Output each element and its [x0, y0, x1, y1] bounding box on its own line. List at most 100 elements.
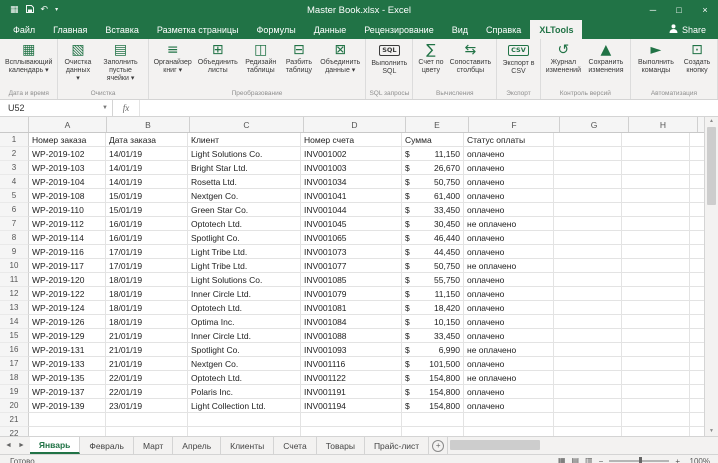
cell-H12[interactable] — [622, 287, 690, 301]
ribbon-tab-t3[interactable]: Разметка страницы — [148, 20, 248, 39]
ribbon-button-changelog[interactable]: ↺Журнал изменений — [543, 41, 584, 76]
cell-D3[interactable]: INV001003 — [301, 161, 402, 175]
ribbon-button-calendar[interactable]: ▦Всплывающий календарь ▾ — [2, 41, 55, 76]
name-box-dropdown-icon[interactable]: ▼ — [102, 105, 108, 111]
cell-F6[interactable]: оплачено — [464, 203, 554, 217]
ribbon-button-save-changes[interactable]: ▲Сохранить изменения — [584, 41, 628, 76]
sheet-tab-7[interactable]: Прайс-лист — [365, 437, 429, 454]
column-header-A[interactable]: A — [29, 117, 107, 132]
cell-A21[interactable] — [29, 413, 106, 427]
ribbon-button-run-commands[interactable]: ►Выполнить команды — [633, 41, 679, 76]
ribbon-button-combine-sheets[interactable]: ⊞Объединить листы — [195, 41, 241, 76]
cell-C7[interactable]: Optotech Ltd. — [188, 217, 301, 231]
cell-D22[interactable] — [301, 427, 402, 436]
column-header-B[interactable]: B — [107, 117, 190, 132]
cell-D20[interactable]: INV001194 — [301, 399, 402, 413]
cell-E3[interactable]: $26,670 — [402, 161, 464, 175]
ribbon-tab-t7[interactable]: Вид — [443, 20, 477, 39]
cell-C22[interactable] — [188, 427, 301, 436]
cell-B13[interactable]: 18/01/19 — [106, 301, 188, 315]
zoom-out-button[interactable]: − — [599, 457, 604, 463]
cell-A2[interactable]: WP-2019-102 — [29, 147, 106, 161]
cell-C9[interactable]: Light Tribe Ltd. — [188, 245, 301, 259]
cell-A1[interactable]: Номер заказа — [29, 133, 106, 147]
cell-H17[interactable] — [622, 357, 690, 371]
cell-I13[interactable] — [690, 301, 704, 315]
column-header-C[interactable]: C — [190, 117, 304, 132]
maximize-button[interactable]: □ — [666, 0, 692, 20]
cell-C2[interactable]: Light Solutions Co. — [188, 147, 301, 161]
cell-C21[interactable] — [188, 413, 301, 427]
ribbon-tab-t0[interactable]: Файл — [4, 20, 44, 39]
vertical-scrollbar-thumb[interactable] — [707, 127, 716, 205]
cell-C4[interactable]: Rosetta Ltd. — [188, 175, 301, 189]
row-header-13[interactable]: 13 — [0, 301, 29, 315]
ribbon-button-csv[interactable]: CSVЭкспорт в CSV — [499, 41, 538, 77]
cell-E2[interactable]: $11,150 — [402, 147, 464, 161]
cell-E13[interactable]: $18,420 — [402, 301, 464, 315]
column-header-F[interactable]: F — [469, 117, 560, 132]
ribbon-button-organizer[interactable]: ≡Органайзер книг ▾ — [151, 41, 195, 76]
cell-D7[interactable]: INV001045 — [301, 217, 402, 231]
row-header-9[interactable]: 9 — [0, 245, 29, 259]
cell-H4[interactable] — [622, 175, 690, 189]
insert-function-button[interactable]: fx — [113, 100, 140, 116]
cell-A19[interactable]: WP-2019-137 — [29, 385, 106, 399]
cell-A18[interactable]: WP-2019-135 — [29, 371, 106, 385]
cell-F13[interactable]: оплачено — [464, 301, 554, 315]
cell-C18[interactable]: Optotech Ltd. — [188, 371, 301, 385]
cell-F1[interactable]: Статус оплаты — [464, 133, 554, 147]
undo-icon[interactable]: ↶ — [41, 6, 49, 15]
cell-B12[interactable]: 18/01/19 — [106, 287, 188, 301]
cell-D19[interactable]: INV001191 — [301, 385, 402, 399]
cell-F10[interactable]: не оплачено — [464, 259, 554, 273]
cell-I15[interactable] — [690, 329, 704, 343]
cell-A8[interactable]: WP-2019-114 — [29, 231, 106, 245]
cell-C19[interactable]: Polaris Inc. — [188, 385, 301, 399]
cell-H21[interactable] — [622, 413, 690, 427]
cell-H3[interactable] — [622, 161, 690, 175]
cell-G13[interactable] — [554, 301, 622, 315]
cell-B17[interactable]: 21/01/19 — [106, 357, 188, 371]
cell-D18[interactable]: INV001122 — [301, 371, 402, 385]
sheet-tab-5[interactable]: Счета — [274, 437, 316, 454]
cell-B11[interactable]: 18/01/19 — [106, 273, 188, 287]
cell-F17[interactable]: оплачено — [464, 357, 554, 371]
cell-C8[interactable]: Spotlight Co. — [188, 231, 301, 245]
save-icon[interactable] — [26, 5, 34, 16]
cell-E14[interactable]: $10,150 — [402, 315, 464, 329]
cell-G8[interactable] — [554, 231, 622, 245]
cell-I1[interactable] — [690, 133, 704, 147]
cell-I17[interactable] — [690, 357, 704, 371]
cell-I22[interactable] — [690, 427, 704, 436]
cell-D15[interactable]: INV001088 — [301, 329, 402, 343]
cell-G7[interactable] — [554, 217, 622, 231]
cell-D16[interactable]: INV001093 — [301, 343, 402, 357]
cell-B18[interactable]: 22/01/19 — [106, 371, 188, 385]
cell-E9[interactable]: $44,450 — [402, 245, 464, 259]
column-header-E[interactable]: E — [406, 117, 469, 132]
cell-G12[interactable] — [554, 287, 622, 301]
cell-D11[interactable]: INV001085 — [301, 273, 402, 287]
cell-E17[interactable]: $101,500 — [402, 357, 464, 371]
cell-G18[interactable] — [554, 371, 622, 385]
cell-G4[interactable] — [554, 175, 622, 189]
cell-G19[interactable] — [554, 385, 622, 399]
ribbon-button-fill-blank[interactable]: ▤Заполнить пустые ячейки ▾ — [95, 41, 145, 84]
row-header-17[interactable]: 17 — [0, 357, 29, 371]
cell-C17[interactable]: Nextgen Co. — [188, 357, 301, 371]
cell-F18[interactable]: не оплачено — [464, 371, 554, 385]
cell-B20[interactable]: 23/01/19 — [106, 399, 188, 413]
cell-A13[interactable]: WP-2019-124 — [29, 301, 106, 315]
cell-G21[interactable] — [554, 413, 622, 427]
cell-I3[interactable] — [690, 161, 704, 175]
row-header-15[interactable]: 15 — [0, 329, 29, 343]
cell-B9[interactable]: 17/01/19 — [106, 245, 188, 259]
cell-D6[interactable]: INV001044 — [301, 203, 402, 217]
ribbon-tab-t4[interactable]: Формулы — [248, 20, 305, 39]
column-header-H[interactable]: H — [629, 117, 698, 132]
cell-B5[interactable]: 15/01/19 — [106, 189, 188, 203]
row-header-19[interactable]: 19 — [0, 385, 29, 399]
cell-G11[interactable] — [554, 273, 622, 287]
cell-I11[interactable] — [690, 273, 704, 287]
